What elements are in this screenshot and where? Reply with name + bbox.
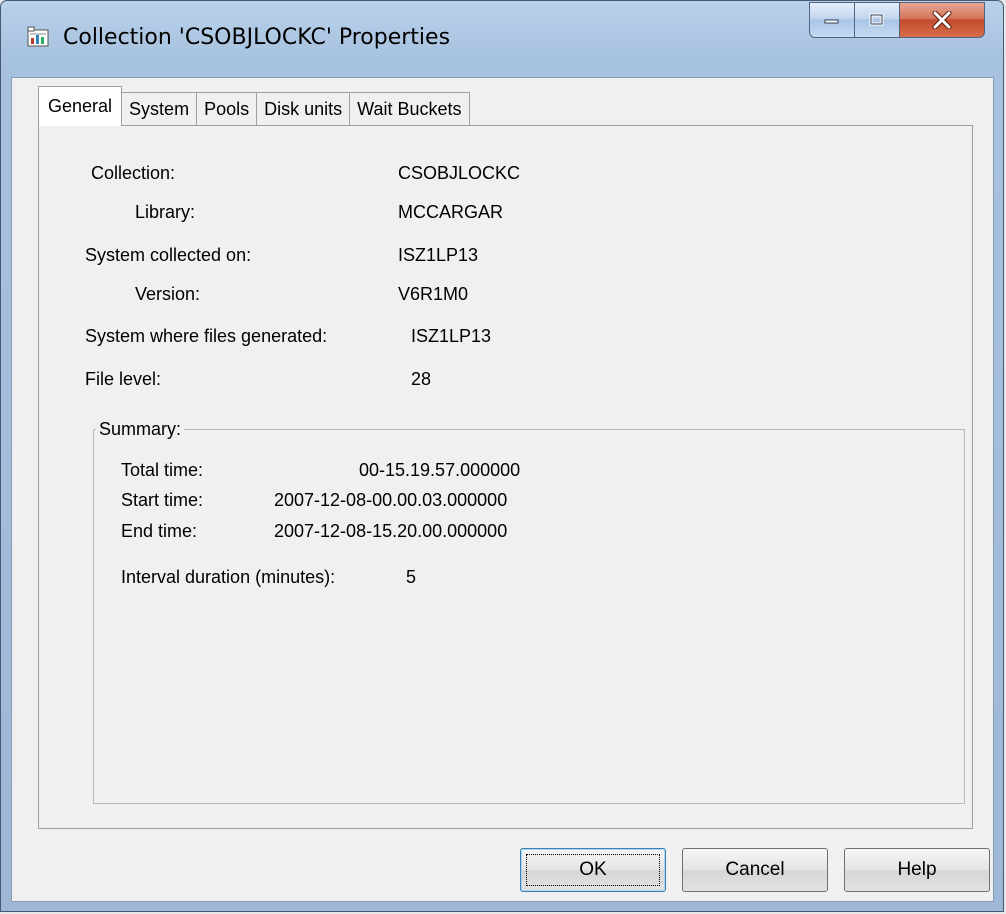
file-level-value: 28 xyxy=(411,369,432,389)
tab-pools[interactable]: Pools xyxy=(196,92,258,126)
summary-label: Summary: xyxy=(96,419,185,440)
system-generated-label: System where files generated: xyxy=(85,326,328,346)
end-time-label: End time: xyxy=(121,521,198,541)
maximize-button[interactable] xyxy=(854,2,900,38)
tab-disk-units[interactable]: Disk units xyxy=(256,92,351,126)
total-time-value: 00-15.19.57.000000 xyxy=(359,460,521,480)
system-collected-value: ISZ1LP13 xyxy=(398,245,479,265)
minimize-button[interactable] xyxy=(809,2,855,38)
collection-value: CSOBJLOCKC xyxy=(398,163,521,183)
general-panel: Collection: CSOBJLOCKC Library: MCCARGAR… xyxy=(38,125,973,829)
tab-wait-buckets[interactable]: Wait Buckets xyxy=(349,92,470,126)
maximize-icon xyxy=(869,13,884,26)
tab-system[interactable]: System xyxy=(121,92,198,126)
minimize-icon xyxy=(824,19,839,24)
help-button[interactable]: Help xyxy=(844,848,990,892)
window-title: Collection 'CSOBJLOCKC' Properties xyxy=(63,25,451,50)
summary-group xyxy=(93,429,965,804)
tab-strip: General System Pools Disk units Wait Buc… xyxy=(38,86,470,126)
interval-value: 5 xyxy=(406,567,417,587)
focus-rectangle xyxy=(526,854,660,886)
version-label: Version: xyxy=(135,284,201,304)
properties-window: Collection 'CSOBJLOCKC' Properties Gener… xyxy=(0,0,1004,912)
collection-label: Collection: xyxy=(91,163,176,183)
title-bar[interactable]: Collection 'CSOBJLOCKC' Properties xyxy=(1,1,1003,77)
tab-general[interactable]: General xyxy=(38,86,123,126)
close-button[interactable] xyxy=(899,2,985,38)
library-value: MCCARGAR xyxy=(398,202,504,222)
end-time-value: 2007-12-08-15.20.00.000000 xyxy=(274,521,508,541)
version-value: V6R1M0 xyxy=(398,284,469,304)
file-level-label: File level: xyxy=(85,369,162,389)
interval-label: Interval duration (minutes): xyxy=(121,567,336,587)
library-label: Library: xyxy=(135,202,196,222)
start-time-label: Start time: xyxy=(121,490,204,510)
cancel-button-label: Cancel xyxy=(725,859,785,880)
close-icon xyxy=(932,11,952,29)
dialog-client: General System Pools Disk units Wait Buc… xyxy=(11,77,994,902)
system-collected-label: System collected on: xyxy=(85,245,252,265)
cancel-button[interactable]: Cancel xyxy=(682,848,828,892)
system-generated-value: ISZ1LP13 xyxy=(411,326,492,346)
total-time-label: Total time: xyxy=(121,460,204,480)
collection-icon xyxy=(27,26,49,47)
start-time-value: 2007-12-08-00.00.03.000000 xyxy=(274,490,508,510)
ok-button[interactable]: OK xyxy=(520,848,666,892)
help-button-label: Help xyxy=(897,859,937,880)
